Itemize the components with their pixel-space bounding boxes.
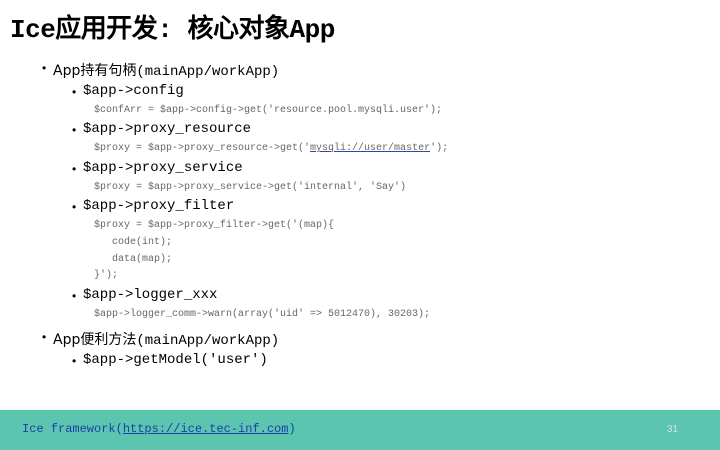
slide: Ice应用开发: 核心对象App • App持有句柄(mainApp/workA… [0, 0, 720, 450]
proxy-resource-code: $proxy = $app->proxy_resource->get('mysq… [94, 143, 448, 154]
proxy-filter-code-line-3: data(map); [112, 254, 173, 265]
section1-heading-prefix: App [53, 63, 81, 79]
section1-heading-zh: 持有句柄 [80, 63, 137, 79]
section2-heading: App便利方法(mainApp/workApp) [53, 329, 279, 349]
logger-code: $app->logger_comm->warn(array('uid' => 5… [94, 309, 431, 320]
logger-label: $app->logger_xxx [83, 287, 218, 303]
mysqli-link[interactable]: mysqli://user/master [310, 143, 430, 154]
proxy-service-bullet: • [72, 162, 77, 176]
proxy-service-code: $proxy = $app->proxy_service->get('inter… [94, 182, 407, 193]
proxy-resource-bullet: • [72, 123, 77, 137]
config-code: $confArr = $app->config->get('resource.p… [94, 105, 443, 116]
proxy-filter-code-line-2: code(int); [112, 237, 173, 248]
footer-suffix: ) [288, 422, 296, 436]
config-label: $app->config [83, 83, 184, 99]
proxy-resource-code-after: '); [430, 143, 449, 154]
getmodel-label: $app->getModel('user') [83, 352, 268, 368]
section2-heading-prefix: App [53, 332, 81, 348]
proxy-filter-code-line-4: }'); [94, 270, 119, 281]
slide-title: Ice应用开发: 核心对象App [10, 8, 335, 45]
section1-heading: App持有句柄(mainApp/workApp) [53, 60, 279, 80]
footer-text: Ice framework(https://ice.tec-inf.com) [22, 422, 296, 436]
footer-bar: Ice framework(https://ice.tec-inf.com) 3… [0, 410, 720, 450]
proxy-service-label: $app->proxy_service [83, 160, 243, 176]
section2-bullet: • [42, 330, 47, 344]
logger-bullet: • [72, 289, 77, 303]
slide-title-text: Ice应用开发: 核心对象App [10, 15, 335, 45]
proxy-filter-bullet: • [72, 200, 77, 214]
getmodel-bullet: • [72, 354, 77, 368]
config-bullet: • [72, 85, 77, 99]
footer-prefix: Ice framework( [22, 422, 123, 436]
section2-heading-zh: 便利方法 [80, 332, 137, 348]
proxy-filter-code-line-1: $proxy = $app->proxy_filter->get('(map){ [94, 220, 335, 231]
section1-bullet: • [42, 61, 47, 75]
proxy-resource-code-before: $proxy = $app->proxy_resource->get(' [94, 143, 311, 154]
footer-url-link[interactable]: https://ice.tec-inf.com [123, 422, 289, 436]
proxy-filter-label: $app->proxy_filter [83, 198, 235, 214]
section2-heading-suffix: (mainApp/workApp) [136, 333, 280, 349]
section1-heading-suffix: (mainApp/workApp) [136, 64, 280, 80]
page-number: 31 [666, 424, 678, 435]
proxy-resource-label: $app->proxy_resource [83, 121, 252, 137]
